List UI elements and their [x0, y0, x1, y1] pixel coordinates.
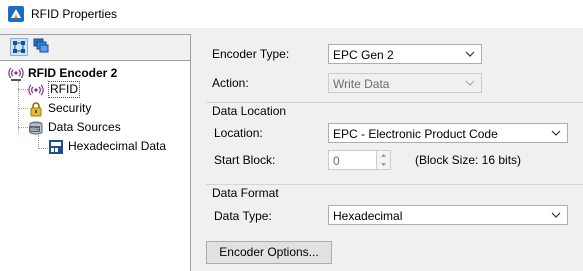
chevron-up-icon [381, 154, 386, 157]
chevron-down-icon [551, 130, 561, 136]
start-block-spinner[interactable]: 0 [328, 150, 391, 170]
spin-down-button[interactable] [376, 160, 390, 169]
tree-connector [38, 135, 39, 149]
properties-panel: Encoder Type: EPC Gen 2 Action: Write Da… [198, 34, 583, 270]
location-label: Location: [214, 126, 263, 140]
action-value: Write Data [333, 77, 390, 91]
tree-panel: RFID Encoder 2 RFID Security abc Data So… [0, 34, 191, 271]
chevron-down-icon [551, 212, 561, 218]
chevron-down-icon [381, 163, 386, 166]
rfid-encoder-icon [8, 67, 24, 81]
tree-item-label: RFID [48, 81, 80, 98]
tree-connector [18, 127, 28, 128]
title-bar: RFID Properties [0, 0, 583, 28]
divider [206, 102, 583, 103]
data-format-title: Data Format [212, 186, 279, 200]
action-label: Action: [212, 76, 249, 90]
data-location-title: Data Location [212, 104, 287, 118]
data-sources-icon: abc [29, 121, 43, 135]
location-value: EPC - Electronic Product Code [333, 127, 498, 141]
layers-icon [33, 38, 49, 53]
start-block-label: Start Block: [214, 153, 276, 167]
hexadecimal-icon [49, 140, 63, 154]
start-block-value: 0 [333, 154, 340, 168]
svg-text:abc: abc [30, 127, 39, 133]
tree-toolbar [0, 35, 190, 61]
divider [206, 184, 583, 185]
layers-view-button[interactable] [33, 38, 51, 56]
encoder-type-value: EPC Gen 2 [333, 48, 394, 62]
data-type-value: Hexadecimal [333, 209, 403, 223]
rfid-icon [28, 84, 44, 96]
tree-connector [18, 89, 28, 90]
block-size-text: (Block Size: 16 bits) [415, 153, 522, 167]
app-icon [8, 6, 24, 22]
tree-root-label: RFID Encoder 2 [28, 66, 118, 80]
tree-connector [38, 148, 48, 149]
structure-view-button[interactable] [10, 38, 28, 56]
data-type-label: Data Type: [214, 209, 272, 223]
chevron-down-icon [465, 80, 475, 86]
lock-icon [30, 102, 42, 117]
encoder-type-label: Encoder Type: [212, 47, 290, 61]
chevron-down-icon [465, 51, 475, 57]
encoder-type-select[interactable]: EPC Gen 2 [328, 44, 482, 64]
location-select[interactable]: EPC - Electronic Product Code [328, 123, 568, 143]
tree-item-label: Hexadecimal Data [68, 139, 167, 153]
window-title: RFID Properties [31, 7, 118, 21]
action-select[interactable]: Write Data [328, 73, 482, 93]
tree-item-label: Data Sources [48, 120, 121, 134]
tree-item-label: Security [48, 101, 92, 115]
encoder-options-button[interactable]: Encoder Options... [206, 241, 332, 264]
data-type-select[interactable]: Hexadecimal [328, 205, 568, 225]
structure-icon [13, 41, 25, 53]
tree-connector [18, 108, 28, 109]
